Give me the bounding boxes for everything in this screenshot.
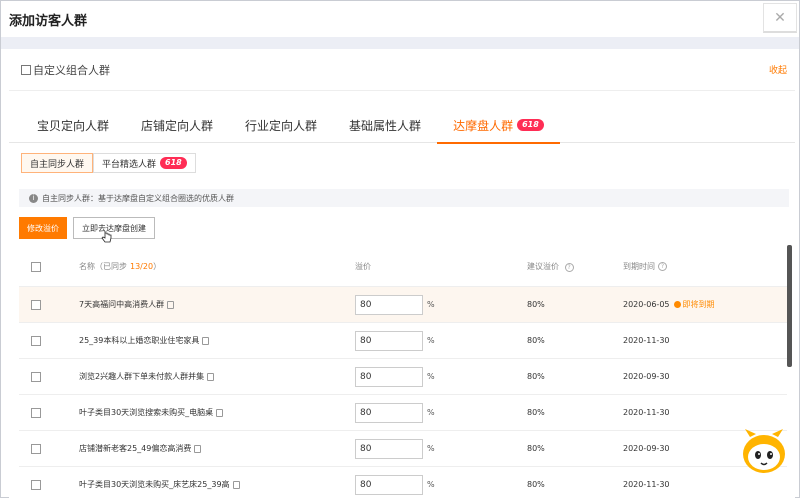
row-checkbox[interactable] — [31, 371, 41, 382]
row-checkbox[interactable] — [31, 335, 41, 346]
modal-title: 添加访客人群 — [9, 13, 88, 29]
bid-input[interactable] — [355, 438, 423, 459]
add-visitor-audience-modal: 添加访客人群 ✕ 自定义组合人群 收起 宝贝定向人群 店铺定向人群 行业定向人群… — [0, 0, 800, 498]
tab-basic-attributes[interactable]: 基础属性人群 — [333, 107, 437, 143]
row-checkbox[interactable] — [31, 407, 41, 418]
close-icon: ✕ — [774, 9, 786, 26]
row-checkbox[interactable] — [31, 299, 41, 310]
table-row: 25_39本科以上婚恋职业住宅家具 % 80% 2020-11-30 — [19, 323, 787, 359]
custom-audience-section: 自定义组合人群 收起 宝贝定向人群 店铺定向人群 行业定向人群 基础属性人群 达… — [9, 49, 795, 498]
expiring-soon-label: 即将到期 — [682, 300, 715, 309]
tag-icon — [207, 372, 215, 381]
scrollbar[interactable] — [787, 245, 792, 367]
subtab-platform-selected[interactable]: 平台精选人群 618 — [93, 153, 196, 173]
table-row: 7天高福问中高消费人群 % 80% 2020-06-05即将到期 — [19, 287, 787, 323]
create-in-dmp-button[interactable]: 立即去达摩盘创建 — [73, 217, 155, 239]
square-icon — [21, 64, 31, 75]
tab-dmp-audience[interactable]: 达摩盘人群 618 — [437, 107, 560, 144]
section-header: 自定义组合人群 收起 — [9, 49, 795, 91]
tab-industry-audience[interactable]: 行业定向人群 — [229, 107, 333, 143]
close-button[interactable]: ✕ — [763, 3, 797, 33]
select-all-checkbox[interactable] — [31, 261, 41, 272]
promo-badge: 618 — [517, 119, 544, 131]
audience-table: 名称 （已同步 13/20 ） 溢价 建议溢价 ? 到期时间 ? 7天高福问中高… — [19, 247, 787, 498]
tab-shop-audience[interactable]: 店铺定向人群 — [125, 107, 229, 143]
section-title: 自定义组合人群 — [33, 63, 110, 77]
help-icon[interactable]: ? — [564, 263, 574, 272]
tag-icon — [167, 300, 175, 309]
modify-bid-button[interactable]: 修改溢价 — [19, 217, 67, 239]
mascot-assistant-icon[interactable] — [741, 427, 787, 475]
row-checkbox[interactable] — [31, 443, 41, 454]
divider-band — [1, 37, 799, 49]
table-row: 叶子类目30天浏览搜索未购买_电脑桌 % 80% 2020-11-30 — [19, 395, 787, 431]
help-icon[interactable]: ? — [658, 262, 667, 271]
bid-input[interactable] — [355, 402, 423, 423]
tag-icon — [194, 444, 202, 453]
bid-input[interactable] — [355, 474, 423, 495]
table-row: 叶子类目30天浏览未购买_床艺床25_39高 % 80% 2020-11-30 — [19, 467, 787, 498]
cursor-icon — [101, 231, 112, 243]
table-row: 浏览2兴趣人群下单未付款人群并集 % 80% 2020-09-30 — [19, 359, 787, 395]
collapse-link[interactable]: 收起 — [769, 63, 787, 76]
subtab-self-sync[interactable]: 自主同步人群 — [21, 153, 94, 173]
info-text: 自主同步人群：基于达摩盘自定义组合圈选的优质人群 — [42, 193, 234, 203]
tag-icon — [232, 480, 240, 489]
row-checkbox[interactable] — [31, 479, 41, 490]
table-row: 店铺潜新老客25_49偏恋高消费 % 80% 2020-09-30 — [19, 431, 787, 467]
sync-count: 13/20 — [130, 262, 154, 271]
info-icon: i — [29, 193, 38, 203]
bid-input[interactable] — [355, 366, 423, 387]
subtabs: 自主同步人群 平台精选人群 618 — [21, 153, 196, 173]
warning-dot-icon — [673, 301, 681, 308]
table-header: 名称 （已同步 13/20 ） 溢价 建议溢价 ? 到期时间 ? — [19, 247, 787, 287]
bid-input[interactable] — [355, 330, 423, 351]
tag-icon — [216, 408, 224, 417]
tab-item-audience[interactable]: 宝贝定向人群 — [21, 107, 125, 143]
info-bar: i 自主同步人群：基于达摩盘自定义组合圈选的优质人群 — [19, 189, 789, 207]
bid-input[interactable] — [355, 294, 423, 315]
audience-tabs: 宝贝定向人群 店铺定向人群 行业定向人群 基础属性人群 达摩盘人群 618 — [9, 107, 795, 144]
promo-badge: 618 — [160, 157, 187, 169]
tag-icon — [202, 336, 210, 345]
